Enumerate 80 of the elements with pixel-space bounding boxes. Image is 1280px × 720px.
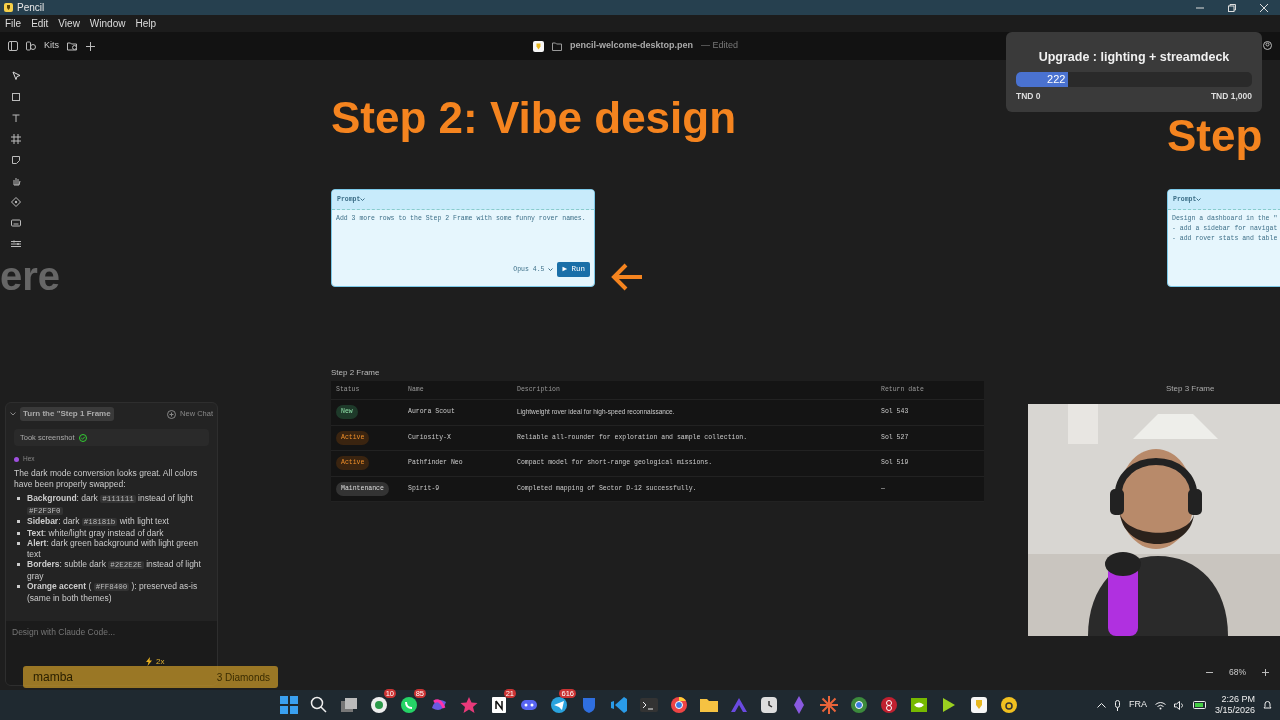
browser-icon[interactable] [848,694,870,716]
language-indicator[interactable]: FRA [1128,698,1147,712]
bullet-icon [17,520,20,523]
chevron-up-icon[interactable] [1096,702,1106,708]
bullet-icon [17,563,20,566]
chevron-down-icon[interactable] [360,197,366,202]
microphone-icon[interactable] [1113,699,1121,711]
menu-item[interactable]: Help [130,16,161,31]
kits-button[interactable]: Kits [44,39,59,53]
app-logo-icon [533,40,544,52]
paper-plane-icon[interactable] [548,694,570,716]
chain-icon[interactable] [878,694,900,716]
app-logo-icon [4,3,13,12]
chevron-down-icon[interactable] [548,267,554,272]
text-tool-icon[interactable] [11,113,21,123]
folder-icon [552,41,562,51]
restore-icon[interactable] [1228,3,1236,12]
bullet-icon [17,497,20,500]
status-dot-icon [14,456,19,462]
menu-item[interactable]: View [53,16,85,31]
clock[interactable]: 2:26 PM 3/15/2026 [1214,694,1255,716]
account-icon[interactable] [1263,41,1272,50]
arrow-left-icon [610,262,644,292]
component-icon[interactable] [11,197,21,207]
sliders-icon[interactable] [11,239,21,249]
speaker-icon[interactable] [1173,700,1185,710]
message-text: The dark mode conversion looks great. All colors have been properly swapped: [14,468,199,489]
menu-item[interactable]: Edit [26,16,54,31]
lightning-icon [146,657,152,667]
step-heading: Step [1167,114,1263,158]
donation-amount: 3 Diamonds [216,670,270,685]
sunburst-icon[interactable] [818,694,840,716]
goal-max: TND 1,000 [1210,89,1252,103]
bullet-icon [17,542,20,545]
chat-title-field[interactable]: Turn the "Step 1 Frame [20,407,114,421]
start-icon[interactable] [278,694,300,716]
progress-reading: 222 [1047,71,1067,87]
menu-item[interactable]: Window [84,16,131,31]
zoom-level[interactable]: 68% [1229,666,1246,679]
keyboard-icon[interactable] [11,218,21,228]
select-arrow-icon[interactable] [11,71,21,81]
hand-icon[interactable] [11,176,21,186]
chat-plus-icon [167,409,177,419]
goal-title: Upgrade : lighting + streamdeck [1037,49,1231,66]
clock-icon[interactable] [758,694,780,716]
app-logo-icon[interactable] [968,694,990,716]
file-name: pencil-welcome-desktop.pen [570,39,694,53]
chevron-down-icon[interactable] [1196,197,1202,202]
rectangle-icon[interactable] [11,92,21,102]
bullet-text: Text: white/light gray instead of dark [27,527,164,538]
phone-bubble-icon[interactable] [398,694,420,716]
frame-icon[interactable] [11,134,21,144]
chat-bubble-icon[interactable] [368,694,390,716]
step-heading: Step 2: Vibe design [331,96,737,140]
coin-icon[interactable] [998,694,1020,716]
chat-input[interactable]: Design with Claude Code... [10,625,213,640]
goal-min: TND 0 [1016,89,1041,103]
file-status: — Edited [701,39,739,53]
bullet-icon [17,531,20,535]
frame-label: Step 2 Frame [331,367,380,379]
donor-name: mamba [33,669,73,686]
wifi-icon[interactable] [1154,700,1166,710]
close-icon[interactable] [1260,3,1268,12]
plus-icon[interactable] [86,41,95,51]
menu-item[interactable]: File [0,16,27,31]
bullet-icon [17,585,20,588]
frame-label: Step 3 Frame [1166,383,1215,395]
sidebar-toggle-icon[interactable] [8,41,18,51]
bell-icon[interactable] [1263,700,1272,710]
side-heading: ere [0,256,61,296]
code-editor-icon[interactable] [608,694,630,716]
battery-icon[interactable] [1192,701,1207,709]
chevron-down-icon[interactable] [10,412,16,416]
speed-multiplier: 2x [156,655,165,668]
sticky-note-icon[interactable] [11,155,21,165]
window-title: Pencil [17,1,45,15]
folder-clock-icon[interactable] [67,41,78,51]
zoom-in-icon[interactable] [1262,668,1269,676]
shapes-icon[interactable] [26,41,36,51]
browser-icon[interactable] [668,694,690,716]
